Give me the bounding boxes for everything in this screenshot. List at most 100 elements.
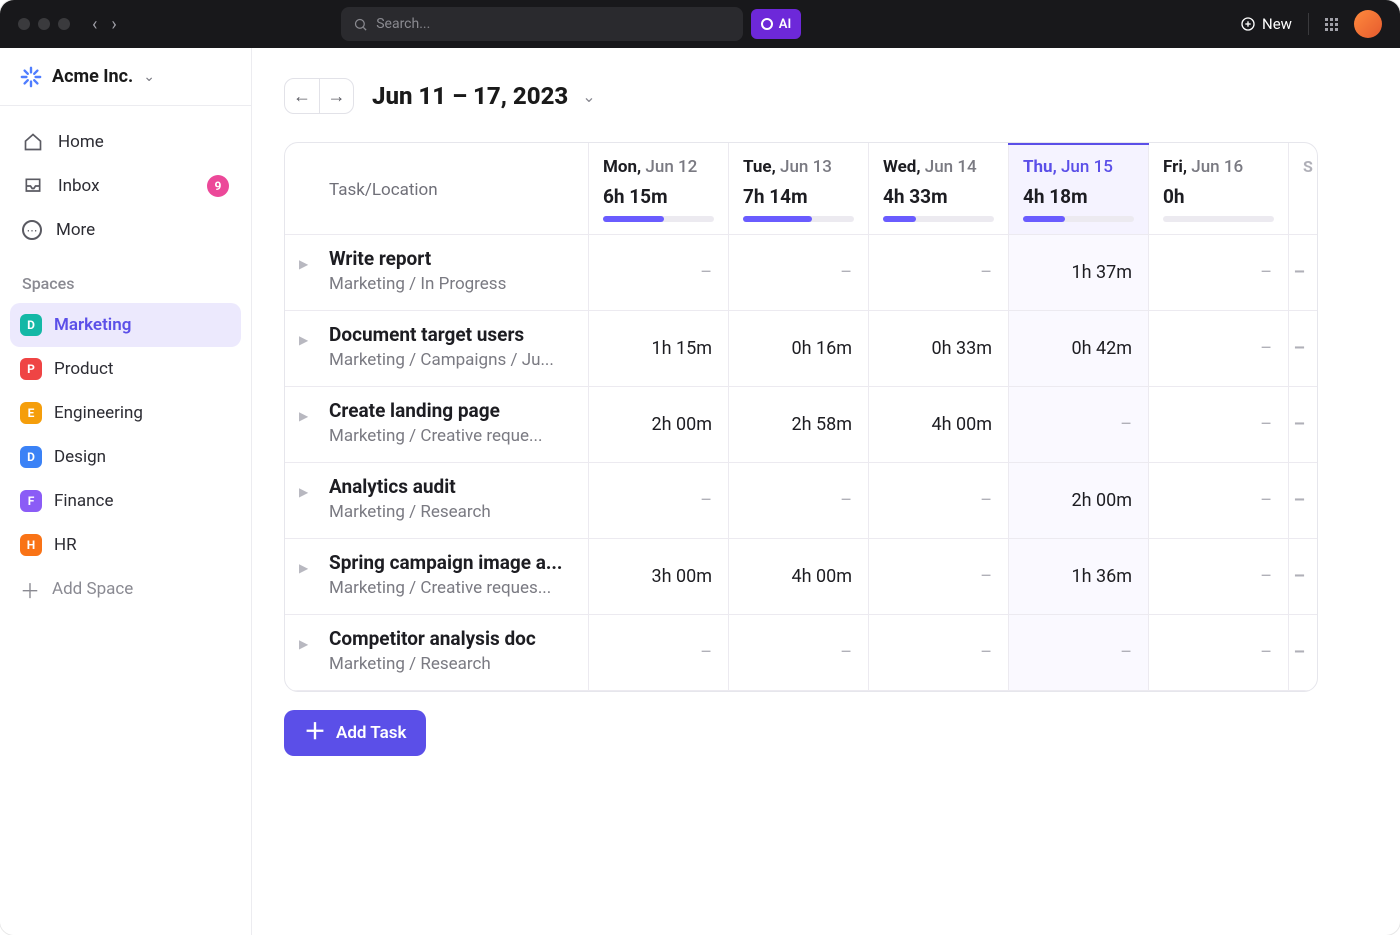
nav-more[interactable]: More [10,208,241,252]
time-cell[interactable]: 4h 00m [869,387,1009,463]
time-cell[interactable]: 0h 16m [729,311,869,387]
time-cell[interactable]: 4h 00m [729,539,869,615]
time-cell[interactable]: – [1149,615,1289,691]
task-path: Marketing / Campaigns / Ju... [329,350,572,370]
search-icon [353,17,368,32]
space-label: Finance [54,491,113,511]
time-cell[interactable]: 0h 33m [869,311,1009,387]
workspace-logo-icon [20,66,42,88]
prev-week-button[interactable]: ← [285,79,319,113]
task-row-label[interactable]: ▶Write reportMarketing / In Progress [285,235,589,311]
day-header[interactable]: Thu, Jun 154h 18m [1009,143,1149,235]
time-cell[interactable]: – [589,615,729,691]
day-header[interactable]: Wed, Jun 144h 33m [869,143,1009,235]
time-cell[interactable]: – [1149,235,1289,311]
space-label: HR [54,535,77,555]
day-total: 7h 14m [743,185,854,208]
space-label: Product [54,359,113,379]
space-label: Marketing [54,315,131,335]
time-cell[interactable]: 2h 00m [589,387,729,463]
task-row-label[interactable]: ▶Competitor analysis docMarketing / Rese… [285,615,589,691]
add-task-button[interactable]: ＋ Add Task [284,710,426,756]
time-cell[interactable]: – [1149,539,1289,615]
time-cell[interactable]: 2h 00m [1009,463,1149,539]
ai-button[interactable]: AI [751,9,801,39]
time-cell[interactable]: – [1149,463,1289,539]
task-row-label[interactable]: ▶Document target usersMarketing / Campai… [285,311,589,387]
chevron-down-icon: ⌄ [143,69,155,85]
time-cell[interactable]: 0h 42m [1009,311,1149,387]
expand-caret-icon[interactable]: ▶ [299,257,308,271]
day-header[interactable]: Tue, Jun 137h 14m [729,143,869,235]
day-total: 0h [1163,185,1274,208]
space-label: Design [54,447,106,467]
time-cell[interactable]: – [869,615,1009,691]
time-cell-overflow: – [1289,311,1318,387]
space-tile-icon: F [20,490,42,512]
history-back-icon[interactable]: ‹ [92,14,97,35]
apps-grid-icon[interactable] [1325,18,1338,31]
new-button[interactable]: New [1240,15,1292,33]
expand-caret-icon[interactable]: ▶ [299,637,308,651]
min-window-dot[interactable] [38,18,50,30]
sidebar-space-product[interactable]: P Product [10,347,241,391]
expand-caret-icon[interactable]: ▶ [299,561,308,575]
sidebar-space-marketing[interactable]: DMarketing [10,303,241,347]
time-cell[interactable]: – [1149,311,1289,387]
nav-home[interactable]: Home [10,120,241,164]
next-week-button[interactable]: → [319,79,353,113]
time-cell[interactable]: 1h 36m [1009,539,1149,615]
history-forward-icon[interactable]: › [111,14,116,35]
divider [1308,13,1309,35]
time-cell[interactable]: – [1009,615,1149,691]
time-cell-overflow: – [1289,615,1318,691]
close-window-dot[interactable] [18,18,30,30]
time-cell[interactable]: – [1009,387,1149,463]
time-cell[interactable]: 2h 58m [729,387,869,463]
workspace-switcher[interactable]: Acme Inc. ⌄ [0,48,251,106]
time-cell[interactable]: – [869,463,1009,539]
expand-caret-icon[interactable]: ▶ [299,409,308,423]
time-cell[interactable]: – [729,235,869,311]
plus-icon: ＋ [20,575,38,604]
task-row-label[interactable]: ▶Spring campaign image a...Marketing / C… [285,539,589,615]
task-row-label[interactable]: ▶Analytics auditMarketing / Research [285,463,589,539]
time-cell[interactable]: – [589,463,729,539]
space-tile-icon: E [20,402,42,424]
sidebar-space-design[interactable]: DDesign [10,435,241,479]
date-range-picker[interactable]: ⌄ [582,87,595,106]
space-tile-icon: P [20,358,42,380]
search-input[interactable]: Search... [341,7,743,41]
sidebar-space-finance[interactable]: F Finance [10,479,241,523]
space-tile-icon: H [20,534,42,556]
time-cell[interactable]: – [1149,387,1289,463]
nav-inbox[interactable]: Inbox 9 [10,164,241,208]
time-cell[interactable]: – [729,463,869,539]
day-header[interactable]: Mon, Jun 126h 15m [589,143,729,235]
user-avatar[interactable] [1354,10,1382,38]
column-header-task: Task/Location [285,143,589,235]
expand-caret-icon[interactable]: ▶ [299,485,308,499]
day-total: 4h 18m [1023,185,1134,208]
sidebar: Acme Inc. ⌄ Home Inbox 9 [0,48,252,935]
day-header-overflow: S [1289,143,1318,235]
task-row-label[interactable]: ▶Create landing pageMarketing / Creative… [285,387,589,463]
time-cell[interactable]: – [869,235,1009,311]
task-title: Spring campaign image a... [329,551,572,574]
time-cell[interactable]: – [869,539,1009,615]
time-cell[interactable]: 1h 15m [589,311,729,387]
expand-caret-icon[interactable]: ▶ [299,333,308,347]
ai-icon [761,18,773,30]
time-cell[interactable]: 1h 37m [1009,235,1149,311]
time-cell[interactable]: – [729,615,869,691]
max-window-dot[interactable] [58,18,70,30]
sidebar-space-engineering[interactable]: EEngineering [10,391,241,435]
window-controls[interactable] [18,18,70,30]
task-title: Competitor analysis doc [329,627,572,650]
time-cell[interactable]: – [589,235,729,311]
time-cell-overflow: – [1289,463,1318,539]
time-cell[interactable]: 3h 00m [589,539,729,615]
add-space-button[interactable]: ＋ Add Space [0,567,251,611]
sidebar-space-hr[interactable]: H HR [10,523,241,567]
day-header[interactable]: Fri, Jun 160h [1149,143,1289,235]
